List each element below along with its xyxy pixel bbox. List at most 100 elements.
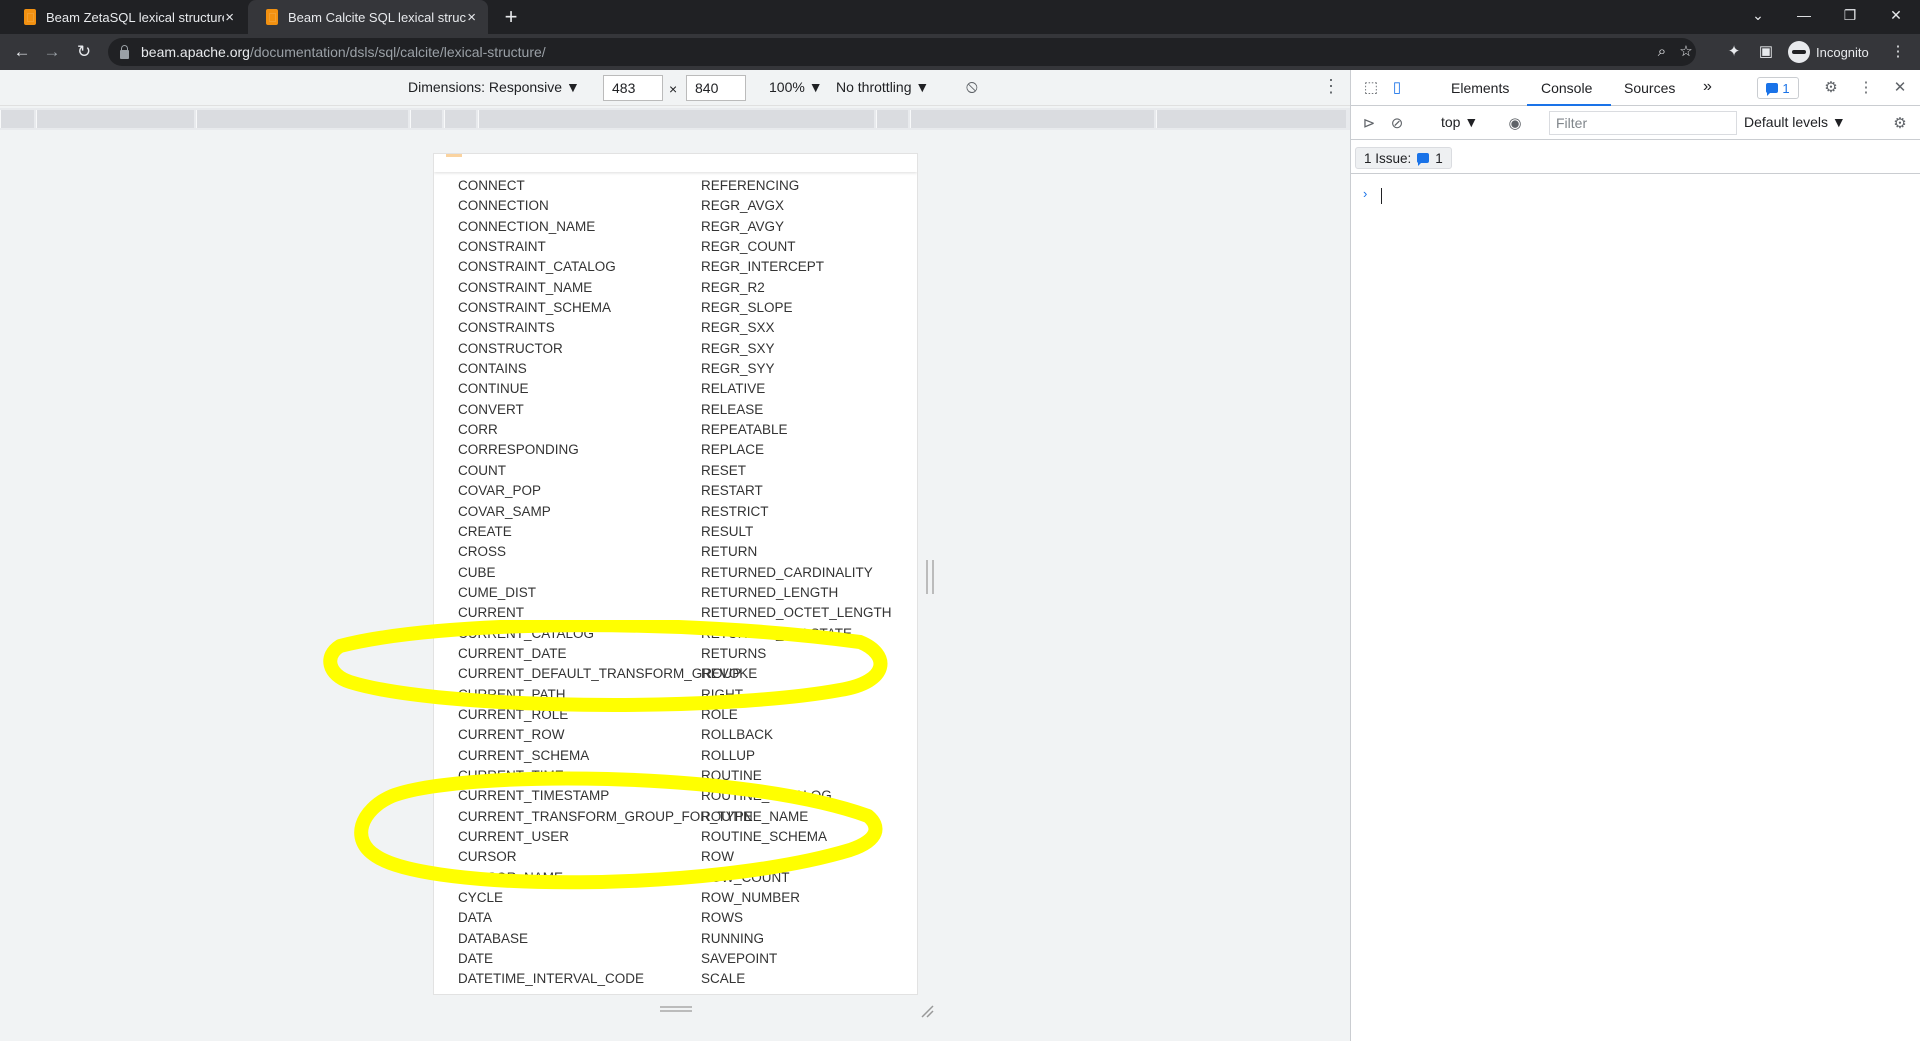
keyword-item: REGR_AVGY	[701, 218, 785, 234]
keyword-item: REGR_SYY	[701, 361, 775, 377]
keyword-item: REGR_SXY	[701, 340, 775, 356]
back-icon[interactable]: ←	[10, 40, 34, 64]
console-settings-icon[interactable]: ⚙	[1890, 114, 1910, 134]
browser-window: Beam ZetaSQL lexical structure × Beam Ca…	[0, 0, 1920, 1041]
device-toggle-icon[interactable]: ▯	[1387, 78, 1407, 98]
tab-console[interactable]: Console	[1541, 80, 1592, 96]
keyword-item: ROW	[701, 849, 734, 865]
address-bar[interactable]: beam.apache.org/documentation/dsls/sql/c…	[108, 38, 1696, 66]
dimension-separator: ×	[669, 81, 678, 97]
restore-icon[interactable]: ❐	[1828, 0, 1872, 30]
keyword-item: SCHEMA	[701, 990, 892, 994]
tab-close-icon[interactable]: ×	[225, 9, 234, 26]
device-emulation-area: Dimensions: Responsive ▼ 483 × 840 100% …	[0, 70, 1350, 1041]
message-icon	[1417, 153, 1430, 166]
keyword-item: ROWS	[701, 910, 743, 926]
side-panel-icon[interactable]: ▣	[1756, 42, 1776, 62]
issues-badge[interactable]: 1	[1757, 77, 1799, 99]
page-header-edge	[434, 154, 917, 172]
width-input[interactable]: 483	[603, 75, 663, 101]
devtools-menu-icon[interactable]: ⋮	[1856, 78, 1876, 98]
emulated-page: CONNECT CONNECTION CONNECTION_NAME CONSTRAI…	[434, 154, 917, 994]
more-tabs-icon[interactable]: »	[1703, 78, 1712, 96]
console-input-caret[interactable]	[1381, 188, 1382, 204]
keyword-item: RELEASE	[701, 401, 764, 417]
tab-calcite[interactable]: Beam Calcite SQL lexical structur ×	[248, 0, 488, 34]
viewport-resize-corner-icon[interactable]	[920, 1004, 934, 1018]
console-filter-bar: ⊳ ⊘ top ▼ ◉ Filter Default levels ▼ ⚙	[1351, 106, 1920, 140]
reload-icon[interactable]: ↻	[72, 40, 96, 64]
tab-title: Beam Calcite SQL lexical structur	[288, 9, 466, 25]
devtools-tab-bar: ⬚ ▯ Elements Console Sources » 1 ⚙ ⋮ ✕	[1351, 70, 1920, 106]
live-expression-eye-icon[interactable]: ◉	[1505, 114, 1525, 134]
keyword-item: ROLLBACK	[701, 727, 774, 743]
tab-sources[interactable]: Sources	[1624, 80, 1675, 96]
console-filter-input[interactable]: Filter	[1549, 111, 1737, 135]
throttling-dropdown[interactable]: No throttling ▼	[836, 79, 929, 95]
new-tab-button[interactable]: +	[498, 4, 524, 30]
keyword-item: RETURNED_SQLSTATE	[701, 625, 853, 641]
sidebar-toggle-icon[interactable]: ⊳	[1359, 114, 1379, 134]
browser-toolbar: ← → ↻ beam.apache.org/documentation/dsls…	[0, 34, 1920, 70]
keyword-item: RESTRICT	[701, 503, 769, 519]
viewport-resize-handle-bottom[interactable]	[660, 1006, 692, 1012]
tab-close-icon[interactable]: ×	[467, 9, 476, 26]
keyword-item: RESET	[701, 462, 747, 478]
issues-count: 1	[1435, 150, 1443, 166]
keyword-item: ROW_COUNT	[701, 869, 790, 885]
keyword-item: REGR_AVGX	[701, 198, 785, 214]
incognito-icon	[1788, 41, 1810, 63]
inspect-element-icon[interactable]: ⬚	[1361, 78, 1381, 98]
keyword-item: RESULT	[701, 523, 754, 539]
url-host: beam.apache.org	[141, 44, 250, 60]
keyword-item: REPLACE	[701, 442, 765, 458]
keyword-item: RESTART	[701, 483, 763, 499]
issues-badge-count: 1	[1782, 80, 1790, 96]
keyword-item: RUNNING	[701, 930, 764, 946]
zoom-dropdown[interactable]: 100% ▼	[769, 79, 823, 95]
incognito-profile[interactable]: Incognito	[1788, 39, 1869, 65]
minimize-icon[interactable]: —	[1782, 0, 1826, 30]
beam-favicon-icon	[24, 9, 36, 25]
rotate-icon[interactable]: ⦸	[966, 76, 978, 97]
viewport-resize-handle-right[interactable]	[926, 560, 934, 594]
keyword-item: ROUTINE_NAME	[701, 808, 809, 824]
device-more-icon[interactable]: ⋮	[1322, 76, 1340, 97]
keyword-item: RETURNED_LENGTH	[701, 584, 839, 600]
extensions-icon[interactable]: ✦	[1724, 42, 1744, 62]
tab-strip: Beam ZetaSQL lexical structure × Beam Ca…	[0, 0, 1920, 34]
context-selector[interactable]: top ▼	[1441, 114, 1478, 130]
keyword-item: RETURN	[701, 544, 758, 560]
device-toolbar: Dimensions: Responsive ▼ 483 × 840 100% …	[0, 70, 1350, 106]
keyword-item: RELATIVE	[701, 381, 766, 397]
keyword-item: REPEATABLE	[701, 422, 788, 438]
tab-elements[interactable]: Elements	[1451, 80, 1509, 96]
zoom-search-icon[interactable]: ⌕	[1652, 42, 1672, 62]
forward-icon[interactable]: →	[40, 40, 64, 64]
keyword-item: ROW_NUMBER	[701, 890, 801, 906]
keyword-item: RETURNED_OCTET_LENGTH	[701, 605, 892, 621]
issues-bar: 1 Issue: 1	[1351, 140, 1920, 174]
close-devtools-icon[interactable]: ✕	[1890, 78, 1910, 98]
log-levels-dropdown[interactable]: Default levels ▼	[1744, 114, 1846, 130]
tab-search-icon[interactable]: ⌄	[1736, 0, 1780, 30]
bookmark-star-icon[interactable]: ☆	[1676, 42, 1696, 62]
tab-zetasql[interactable]: Beam ZetaSQL lexical structure ×	[6, 0, 246, 34]
keyword-item: ROUTINE	[701, 767, 762, 783]
url-path: /documentation/dsls/sql/calcite/lexical-…	[249, 44, 546, 60]
keyword-item: ROLLUP	[701, 747, 756, 763]
keyword-column-right: REFERENCING REGR_AVGX REGR_AVGY REGR_COUNT R…	[701, 176, 892, 994]
clear-console-icon[interactable]: ⊘	[1387, 114, 1407, 134]
issues-chip[interactable]: 1 Issue: 1	[1355, 147, 1452, 169]
dimensions-dropdown[interactable]: Dimensions: Responsive ▼	[408, 79, 580, 95]
keyword-item: SCALE	[701, 971, 746, 987]
height-input[interactable]: 840	[686, 75, 746, 101]
keyword-item: REGR_SXX	[701, 320, 775, 336]
media-query-ruler[interactable]	[0, 108, 1350, 130]
settings-gear-icon[interactable]: ⚙	[1821, 78, 1841, 98]
beam-favicon-icon	[266, 9, 278, 25]
lock-icon[interactable]	[120, 44, 129, 59]
keyword-item: REGR_INTERCEPT	[701, 259, 825, 275]
close-window-icon[interactable]: ✕	[1874, 0, 1918, 30]
browser-menu-icon[interactable]: ⋮	[1888, 42, 1908, 62]
